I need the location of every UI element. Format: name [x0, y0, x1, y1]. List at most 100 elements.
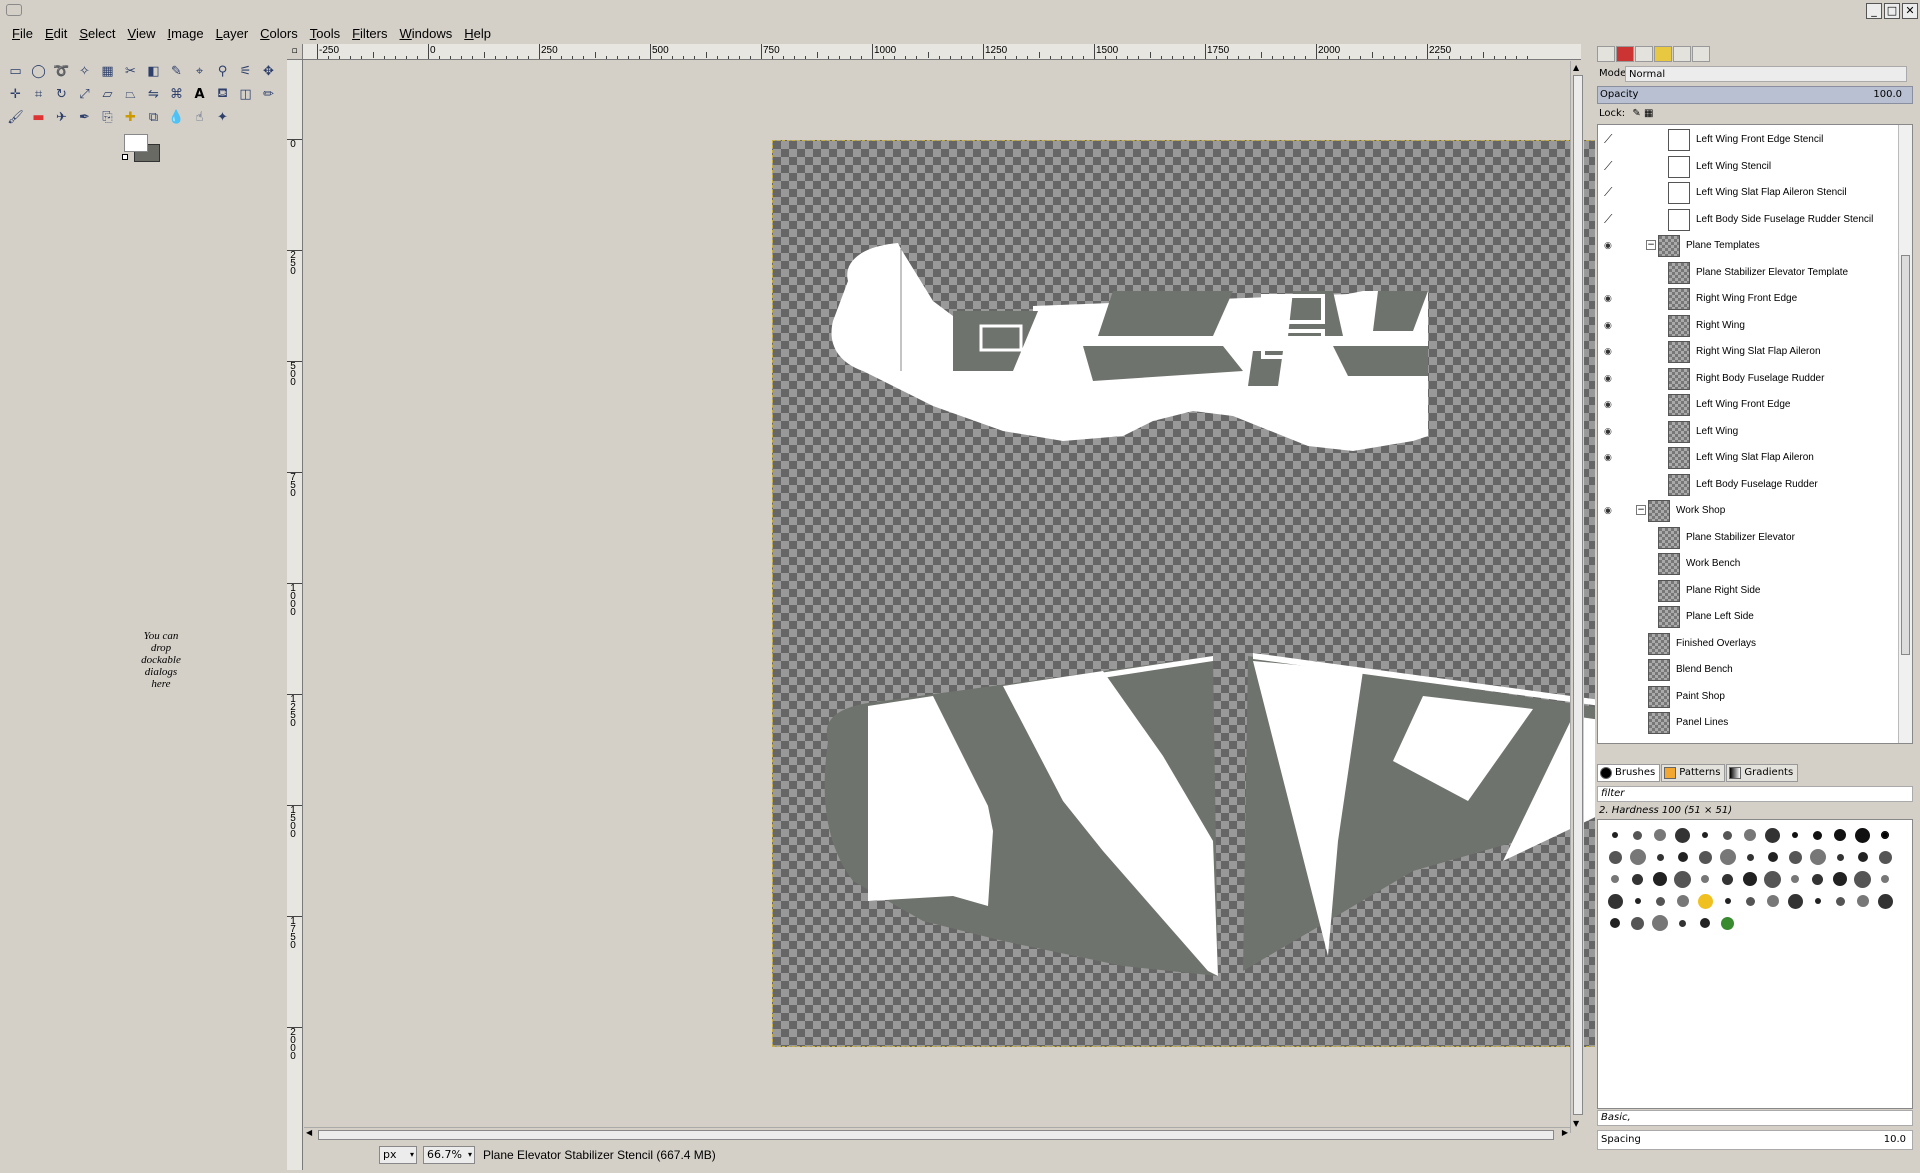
- brush-preview[interactable]: [1674, 870, 1691, 888]
- menu-image[interactable]: Image: [161, 26, 209, 41]
- visibility-eye-icon[interactable]: ◉: [1604, 321, 1618, 331]
- zoom-select[interactable]: 66.7% ▾: [423, 1146, 475, 1164]
- brush-preview[interactable]: [1719, 849, 1736, 865]
- brush-tab-icon[interactable]: [1673, 46, 1691, 62]
- brush-preview[interactable]: [1792, 832, 1798, 838]
- brush-preview[interactable]: [1608, 850, 1622, 864]
- channels-tab-icon[interactable]: [1616, 46, 1634, 62]
- brush-preview[interactable]: [1834, 829, 1846, 841]
- visibility-eye-icon[interactable]: ◉: [1604, 427, 1618, 437]
- layer-row[interactable]: ◉ Left Wing Slat Flap Aileron: [1598, 445, 1898, 471]
- perspective-icon[interactable]: ⏢: [119, 83, 142, 106]
- layer-row[interactable]: ⟋ Left Wing Slat Flap Aileron Stencil: [1598, 180, 1898, 206]
- layers-scroll-thumb[interactable]: [1901, 255, 1910, 655]
- tab-patterns[interactable]: Patterns: [1661, 764, 1726, 782]
- layers-list[interactable]: ⟋ Left Wing Front Edge Stencil ⟋ Left Wing …: [1597, 124, 1913, 744]
- brush-filter-input[interactable]: filter: [1597, 786, 1913, 802]
- brush-preview[interactable]: [1724, 898, 1731, 904]
- visibility-eye-icon[interactable]: ◉: [1604, 294, 1618, 304]
- brush-preview[interactable]: [1722, 873, 1733, 885]
- layers-scrollbar[interactable]: [1898, 125, 1912, 743]
- brush-preview[interactable]: [1809, 849, 1826, 865]
- brush-preview[interactable]: [1813, 830, 1822, 840]
- brush-preview[interactable]: [1766, 895, 1779, 907]
- unit-select[interactable]: px ▾: [379, 1146, 417, 1164]
- brush-preview[interactable]: [1745, 896, 1755, 906]
- ruler-corner[interactable]: ▫: [287, 44, 303, 60]
- layer-row[interactable]: ◉ Right Wing Slat Flap Aileron: [1598, 339, 1898, 365]
- ellipse-select-icon[interactable]: ◯: [27, 60, 50, 83]
- link-chain-icon[interactable]: ⟋: [1604, 132, 1612, 147]
- brush-preview[interactable]: [1881, 875, 1889, 883]
- layer-row[interactable]: ◉ Right Wing: [1598, 313, 1898, 339]
- layer-row[interactable]: Panel Lines: [1598, 710, 1898, 736]
- heal-icon[interactable]: ✚: [119, 106, 142, 129]
- brush-preview[interactable]: [1767, 852, 1778, 862]
- brush-preview[interactable]: [1612, 832, 1618, 838]
- image-canvas[interactable]: [772, 140, 1679, 1047]
- brush-preview[interactable]: [1856, 895, 1869, 907]
- scale-icon[interactable]: ⤢: [73, 83, 96, 106]
- maximize-button[interactable]: □: [1884, 3, 1900, 19]
- layer-row[interactable]: Plane Right Side: [1598, 578, 1898, 604]
- brush-preview[interactable]: [1698, 850, 1712, 864]
- perspective-clone-icon[interactable]: ⧉: [142, 106, 165, 129]
- menu-colors[interactable]: Colors: [254, 26, 304, 41]
- brush-preview[interactable]: [1633, 830, 1642, 840]
- brush-preview[interactable]: [1857, 852, 1868, 862]
- paintbrush-icon[interactable]: 🖌: [4, 106, 27, 129]
- layer-row[interactable]: Paint Shop: [1598, 684, 1898, 710]
- vertical-scroll-thumb[interactable]: [1573, 75, 1583, 1115]
- brush-preview[interactable]: [1877, 893, 1893, 909]
- mode-select[interactable]: Normal: [1625, 66, 1907, 82]
- horizontal-ruler[interactable]: -250 0 250 500 750 1000 1250 1500 1750 2000 2250: [303, 44, 1581, 60]
- layer-row[interactable]: Finished Overlays: [1598, 631, 1898, 657]
- layer-row[interactable]: Plane Left Side: [1598, 604, 1898, 630]
- brush-preview[interactable]: [1702, 832, 1708, 838]
- brush-grid[interactable]: [1597, 819, 1913, 1109]
- dodge-burn-icon[interactable]: ✦: [211, 106, 234, 129]
- pencil-icon[interactable]: ✏: [257, 83, 280, 106]
- brush-preview[interactable]: [1610, 918, 1620, 928]
- brush-preview[interactable]: [1765, 827, 1780, 843]
- brush-preview[interactable]: [1654, 829, 1666, 841]
- link-chain-icon[interactable]: ⟋: [1604, 159, 1612, 174]
- blend-icon[interactable]: ◫: [234, 83, 257, 106]
- menu-view[interactable]: View: [122, 26, 162, 41]
- brush-preview[interactable]: [1676, 895, 1689, 907]
- ink-icon[interactable]: ✒: [73, 106, 96, 129]
- move-icon[interactable]: ✥: [257, 60, 280, 83]
- menu-help[interactable]: Help: [458, 26, 497, 41]
- layer-row[interactable]: ◉ Left Wing: [1598, 419, 1898, 445]
- align-icon[interactable]: ✛: [4, 83, 27, 106]
- eraser-icon[interactable]: ▬: [27, 106, 50, 129]
- tab-brushes[interactable]: Brushes: [1597, 764, 1661, 782]
- visibility-eye-icon[interactable]: ◉: [1604, 374, 1618, 384]
- brush-preset-select[interactable]: Basic,: [1597, 1110, 1913, 1126]
- layers-tab-icon[interactable]: [1597, 46, 1615, 62]
- fuzzy-select-icon[interactable]: ✧: [73, 60, 96, 83]
- brush-preview[interactable]: [1631, 916, 1644, 930]
- brush-preview[interactable]: [1700, 918, 1710, 928]
- brush-preview[interactable]: [1629, 849, 1646, 865]
- spacing-slider[interactable]: Spacing 10.0: [1597, 1130, 1913, 1150]
- brush-preview[interactable]: [1677, 852, 1688, 862]
- layer-row[interactable]: Plane Stabilizer Elevator Template: [1598, 260, 1898, 286]
- brush-preview[interactable]: [1655, 896, 1665, 906]
- smudge-icon[interactable]: ☝: [188, 106, 211, 129]
- brush-preview[interactable]: [1836, 853, 1844, 861]
- foreground-select-icon[interactable]: ◧: [142, 60, 165, 83]
- layer-row[interactable]: Left Body Fuselage Rudder: [1598, 472, 1898, 498]
- brush-preview[interactable]: [1679, 919, 1686, 927]
- brush-preview[interactable]: [1881, 831, 1889, 839]
- brush-preview[interactable]: [1656, 853, 1664, 861]
- paths-icon[interactable]: ✎: [165, 60, 188, 83]
- brush-preview[interactable]: [1878, 850, 1892, 864]
- minimize-button[interactable]: _: [1866, 3, 1882, 19]
- rotate-icon[interactable]: ↻: [50, 83, 73, 106]
- brush-preview[interactable]: [1788, 850, 1802, 864]
- group-collapse-icon[interactable]: −: [1646, 240, 1656, 250]
- crop-icon[interactable]: ⌗: [27, 83, 50, 106]
- brush-preview[interactable]: [1611, 875, 1619, 883]
- visibility-eye-icon[interactable]: ◉: [1604, 453, 1618, 463]
